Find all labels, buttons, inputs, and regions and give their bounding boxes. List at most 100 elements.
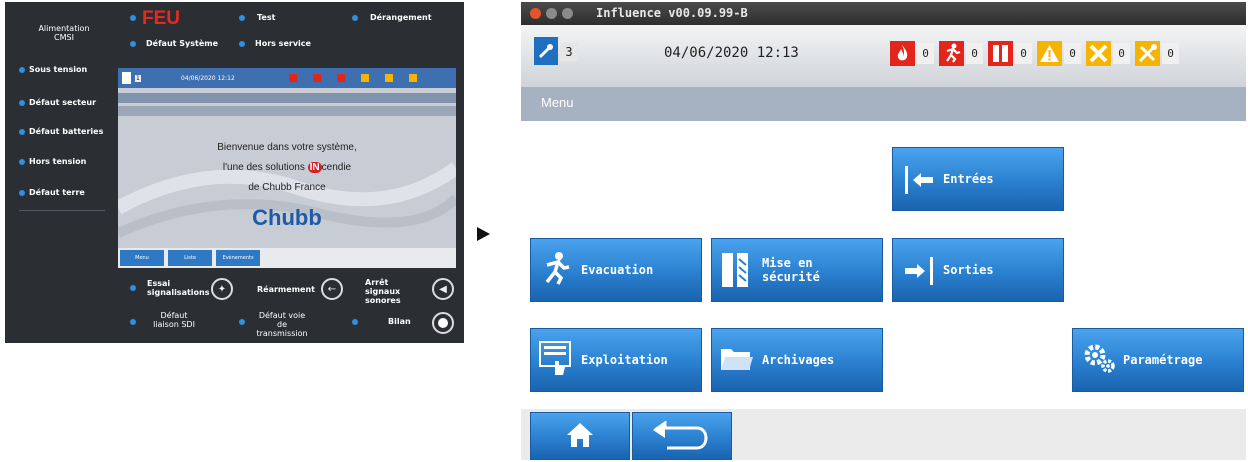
defaut-batteries-led: [19, 129, 25, 135]
arret-label: Arrêt signaux sonores: [365, 278, 401, 305]
entry-arrow-icon: [905, 166, 933, 194]
influence-window: Influence v00.09.99-B 3 04/06/2020 12:13…: [521, 2, 1246, 460]
sorties-button[interactable]: Sorties: [892, 238, 1064, 302]
alimentation-cmsi-label: Alimentation CMSI: [38, 24, 90, 42]
divider: [19, 210, 105, 211]
welcome-line-3: de Chubb France: [248, 182, 326, 193]
feu-label: FEU: [142, 8, 180, 29]
derangement-led: [352, 15, 358, 21]
essai-button[interactable]: ✦: [211, 278, 233, 300]
mise-en-securite-label: Mise en sécurité: [762, 256, 820, 284]
screen-bar: [118, 93, 456, 103]
essai-label: Essai signalisations: [147, 279, 210, 297]
mini-cross-icon: [385, 74, 393, 82]
close-button[interactable]: [530, 8, 541, 19]
incendie-logo: IN: [307, 162, 322, 173]
fire-count: 0: [917, 43, 934, 64]
defaut-liaison-led: [130, 319, 136, 325]
mini-door-icon: [337, 74, 345, 82]
bilan-led: [352, 319, 358, 325]
defaut-terre-label: Défaut terre: [29, 188, 85, 197]
door-count: 0: [1015, 43, 1032, 64]
mini-warning-icon: [361, 74, 369, 82]
mini-fire-icon: [289, 74, 297, 82]
parametrage-button[interactable]: Paramétrage: [1072, 328, 1244, 392]
evacuation-icon: [939, 41, 964, 66]
rearmement-label: Réarmement: [257, 285, 315, 294]
panel-screen: 1 04/06/2020 12:12 Bienvenue dans votre …: [118, 68, 456, 268]
defaut-secteur-label: Défaut secteur: [29, 98, 97, 107]
warning-icon: [1037, 41, 1062, 66]
maximize-button[interactable]: [562, 8, 573, 19]
mini-evacuation-icon: [313, 74, 321, 82]
window-title: Influence v00.09.99-B: [596, 6, 748, 20]
parametrage-label: Paramétrage: [1123, 353, 1203, 367]
settings-gears-icon: [1084, 344, 1115, 373]
minimize-button[interactable]: [546, 8, 557, 19]
defaut-batteries-label: Défaut batteries: [29, 127, 104, 136]
screen-user-count: 1: [135, 75, 141, 82]
door-icon: [988, 41, 1013, 66]
back-button[interactable]: [632, 412, 732, 460]
mise-en-securite-line1: Mise en: [762, 256, 813, 270]
entrees-button[interactable]: Entrées: [892, 147, 1064, 211]
back-arrow-icon: [653, 421, 708, 450]
sous-tension-led: [19, 67, 25, 73]
arret-button[interactable]: ◀: [432, 278, 454, 300]
mise-en-securite-button[interactable]: Mise en sécurité: [711, 238, 883, 302]
datetime: 04/06/2020 12:13: [664, 45, 799, 61]
rearmement-button[interactable]: ←: [321, 278, 343, 300]
arrow-right-icon: [477, 227, 490, 241]
exploitation-label: Exploitation: [581, 353, 668, 367]
defaut-systeme-led: [130, 41, 136, 47]
archivages-button[interactable]: Archivages: [711, 328, 883, 392]
screen-tabs: Menu Liste Evènements: [118, 248, 456, 268]
evacuation-button[interactable]: Evacuation: [530, 238, 702, 302]
tools-count: 0: [1162, 43, 1179, 64]
tab-evenements[interactable]: Evènements: [216, 250, 260, 266]
hors-service-led: [239, 41, 245, 47]
exit-arrow-icon: [905, 257, 933, 285]
defaut-terre-led: [19, 190, 25, 196]
bilan-label: Bilan: [388, 317, 411, 326]
evacuation-count: 0: [966, 43, 983, 64]
derangement-label: Dérangement: [370, 13, 432, 22]
bilan-button[interactable]: [432, 312, 454, 334]
tab-menu[interactable]: Menu: [120, 250, 164, 266]
mini-tools-icon: [409, 74, 417, 82]
mise-en-securite-line2: sécurité: [762, 270, 820, 284]
tools-icon: [1135, 41, 1160, 66]
user-key-icon[interactable]: [534, 37, 558, 65]
home-icon: [567, 423, 593, 447]
sorties-label: Sorties: [943, 263, 994, 277]
screen-bar: [118, 106, 456, 116]
defaut-liaison-label: Défaut liaison SDI: [153, 311, 195, 329]
welcome-line-1: Bienvenue dans votre système,: [217, 142, 357, 153]
home-button[interactable]: [530, 412, 630, 460]
cross-count: 0: [1113, 43, 1130, 64]
screen-header: 1 04/06/2020 12:12: [118, 68, 456, 88]
test-led: [239, 15, 245, 21]
door-icon: [722, 253, 748, 287]
hors-tension-label: Hors tension: [29, 157, 87, 166]
chubb-logo: Chubb: [252, 205, 322, 230]
exploitation-button[interactable]: Exploitation: [530, 328, 702, 392]
user-icon: [122, 72, 131, 84]
fire-panel-front: Alimentation CMSI FEU Test Dérangement D…: [5, 2, 464, 343]
defaut-secteur-led: [19, 100, 25, 106]
feu-led: [130, 15, 136, 21]
defaut-systeme-label: Défaut Système: [146, 39, 218, 48]
operation-screen-icon: [539, 341, 571, 375]
evacuation-icon: [545, 252, 570, 285]
welcome-text: l'une des solutions: [222, 162, 308, 173]
folder-icon: [721, 349, 753, 370]
warning-count: 0: [1064, 43, 1081, 64]
fire-icon: [890, 41, 915, 66]
defaut-voie-label: Défaut voie de transmission: [256, 311, 308, 338]
menu-bar: Menu: [521, 87, 1246, 121]
tab-liste[interactable]: Liste: [168, 250, 212, 266]
essai-led: [130, 285, 136, 291]
evacuation-label: Evacuation: [581, 263, 654, 277]
welcome-text: cendie: [321, 162, 352, 173]
sous-tension-label: Sous tension: [29, 65, 88, 74]
